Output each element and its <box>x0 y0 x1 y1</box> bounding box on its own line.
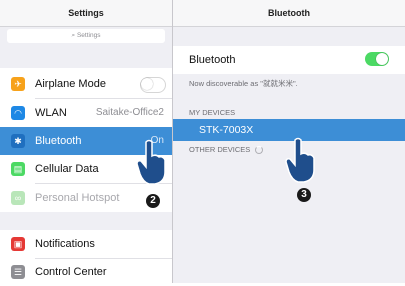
hotspot-icon: ∞ <box>11 191 25 205</box>
bluetooth-label: Bluetooth <box>189 54 236 66</box>
step-badge-3: 3 <box>297 188 311 202</box>
bluetooth-pane: Bluetooth Bluetooth Now discoverable as … <box>173 0 405 283</box>
other-devices-label: OTHER DEVICES <box>189 145 251 154</box>
search-placeholder: Settings <box>76 32 101 39</box>
wlan-network-value: Saitake-Office2 <box>95 107 164 118</box>
row-label: Cellular Data <box>35 163 99 175</box>
settings-row-control-center[interactable]: ☰ Control Center <box>0 258 172 286</box>
settings-pane: Settings ⌕ Settings ✈ Airplane Mode ◠ WL… <box>0 0 172 283</box>
search-icon: ⌕ <box>71 32 76 39</box>
airplane-icon: ✈ <box>11 77 25 91</box>
settings-row-wlan[interactable]: ◠ WLAN Saitake-Office2 <box>0 99 172 127</box>
spinner-icon <box>255 146 264 155</box>
airplane-mode-toggle[interactable] <box>140 77 166 93</box>
search-field[interactable]: ⌕ Settings <box>7 29 165 43</box>
settings-row-airplane-mode[interactable]: ✈ Airplane Mode <box>0 70 172 98</box>
row-label: Personal Hotspot <box>35 192 120 204</box>
wifi-icon: ◠ <box>11 106 25 120</box>
my-devices-header: MY DEVICES <box>189 108 236 117</box>
bluetooth-icon: ✱ <box>11 134 25 148</box>
settings-title: Settings <box>0 0 172 27</box>
tap-hand-icon <box>285 137 315 183</box>
row-label: WLAN <box>35 107 67 119</box>
other-devices-header: OTHER DEVICES <box>189 145 264 155</box>
step-badge-2: 2 <box>146 194 160 208</box>
cellular-icon: ▤ <box>11 162 25 176</box>
discoverable-text: Now discoverable as "就就米米". <box>189 79 298 88</box>
bluetooth-toggle[interactable] <box>365 52 389 66</box>
notifications-icon: ▣ <box>11 237 25 251</box>
settings-row-notifications[interactable]: ▣ Notifications <box>0 230 172 258</box>
settings-group-notifications: ▣ Notifications ☰ Control Center <box>0 230 172 283</box>
tap-hand-icon <box>136 139 166 185</box>
row-label: Notifications <box>35 238 95 250</box>
device-name: STK-7003X <box>199 124 254 136</box>
control-center-icon: ☰ <box>11 265 25 279</box>
bluetooth-toggle-row: Bluetooth <box>173 46 405 74</box>
row-label: Bluetooth <box>35 135 82 147</box>
row-label: Airplane Mode <box>35 78 106 90</box>
row-label: Control Center <box>35 266 107 278</box>
bluetooth-title: Bluetooth <box>173 0 405 27</box>
